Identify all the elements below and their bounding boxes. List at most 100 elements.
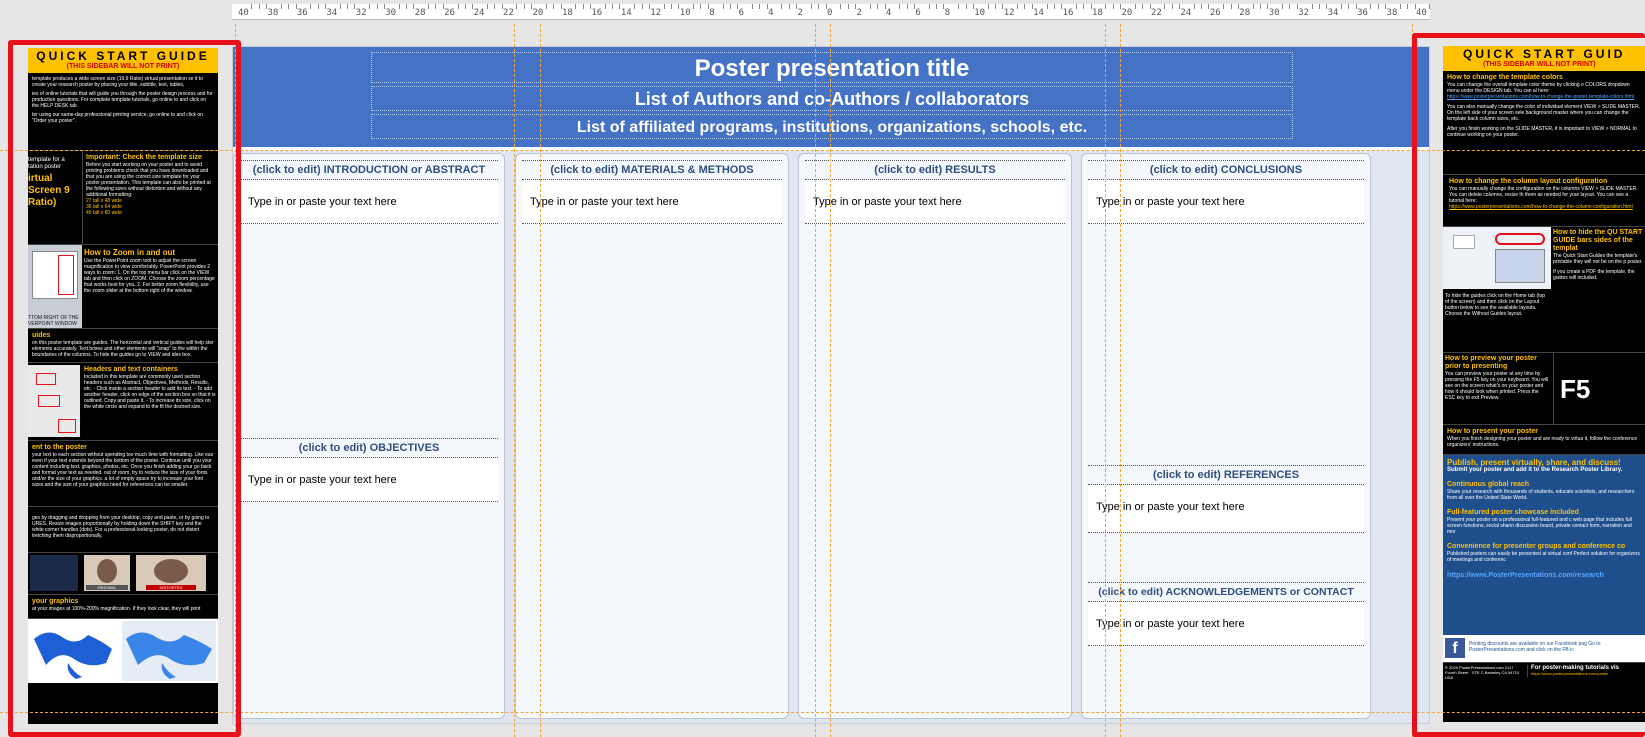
ruler-tick-label: 22 (1150, 8, 1162, 18)
headers-screenshot-image (28, 365, 80, 437)
section-text-objectives[interactable]: Type in or paste your text here (240, 458, 498, 502)
right-sidebar-colors: How to change the template colors You ca… (1443, 71, 1645, 175)
ruler-tick-label: 38 (1386, 8, 1398, 18)
ruler-tick-mark (1377, 4, 1379, 9)
horizontal-guide[interactable] (0, 712, 1645, 713)
ruler-tick-mark (1399, 4, 1401, 9)
poster-title[interactable]: Poster presentation title (371, 52, 1293, 83)
horizontal-ruler[interactable]: 40 38 36 34 32 30 28 26 24 22 20 18 16 14 12 10 8 6 4 2 0 2 4 6… (232, 4, 1430, 20)
vertical-guide[interactable] (1120, 24, 1121, 737)
section-text-conclusions[interactable]: Type in or paste your text here (1088, 180, 1364, 224)
ruler-tick-mark (1348, 4, 1350, 9)
section-header-objectives[interactable]: (click to edit) OBJECTIVES (240, 438, 498, 458)
ruler-tick-mark (464, 4, 466, 9)
vertical-guide[interactable] (540, 24, 541, 737)
ruler-tick-label: 20 (1121, 8, 1133, 18)
vertical-guide[interactable] (815, 24, 816, 737)
poster-authors[interactable]: List of Authors and co-Authors / collabo… (371, 86, 1293, 111)
poster-slide[interactable]: Poster presentation title List of Author… (232, 46, 1430, 724)
ruler-tick-label: 34 (1327, 8, 1339, 18)
vertical-guide[interactable] (1412, 24, 1413, 737)
right-sidebar-facebook: f Printing discounts are available on ou… (1443, 635, 1645, 663)
horizontal-guide[interactable] (0, 150, 1645, 151)
ruler-tick-mark (376, 4, 378, 9)
ruler-tick-mark (347, 4, 349, 9)
section-text-introduction[interactable]: Type in or paste your text here (240, 180, 498, 224)
left-sidebar-subtitle: (THIS SIDEBAR WILL NOT PRINT) (66, 63, 180, 70)
ruler-tick-mark (1017, 4, 1019, 9)
ruler-tick-mark (752, 4, 753, 9)
ruler-tick-mark (1223, 4, 1225, 9)
ruler-tick-mark (700, 4, 702, 9)
section-header-conclusions[interactable]: (click to edit) CONCLUSIONS (1088, 160, 1364, 180)
section-header-introduction[interactable]: (click to edit) INTRODUCTION or ABSTRACT (240, 160, 498, 180)
ruler-tick-label: 8 (709, 8, 715, 18)
ruler-tick-mark (604, 4, 606, 9)
left-sidebar-map-images (28, 619, 218, 683)
ruler-tick-mark (634, 4, 636, 9)
ruler-tick-mark (405, 4, 407, 9)
section-text-results[interactable]: Type in or paste your text here (805, 180, 1065, 224)
ruler-tick-label: 24 (1180, 8, 1192, 18)
right-quick-start-sidebar[interactable]: QUICK START GUID (THIS SIDEBAR WILL NOT … (1443, 46, 1645, 722)
ruler-tick-label: 16 (1062, 8, 1074, 18)
section-text-references[interactable]: Type in or paste your text here (1088, 485, 1364, 533)
ruler-tick-label: 10 (679, 8, 691, 18)
ruler-tick-mark (1053, 4, 1055, 9)
ruler-tick-label: 32 (1298, 8, 1310, 18)
right-sidebar-columns: How to change the column layout configur… (1443, 175, 1645, 227)
ruler-tick-mark (582, 4, 584, 9)
ruler-tick-mark (936, 4, 938, 9)
ruler-tick-label: 18 (561, 8, 573, 18)
poster-affiliations[interactable]: List of affiliated programs, institution… (371, 114, 1293, 139)
research-library-link[interactable]: https://www.PosterPresentations.com/rese… (1447, 572, 1641, 579)
vertical-guide[interactable] (830, 24, 831, 737)
ruler-tick-mark (523, 4, 525, 9)
ruler-tick-mark (847, 4, 849, 9)
section-header-references[interactable]: (click to edit) REFERENCES (1088, 465, 1364, 485)
ruler-tick-mark (1105, 4, 1107, 9)
facebook-icon[interactable]: f (1445, 638, 1465, 658)
poster-column-4: (click to edit) CONCLUSIONS Type in or p… (1081, 153, 1371, 719)
tutorials-link[interactable]: https://www.posterpresentations.com/post… (1531, 671, 1645, 677)
ruler-tick-label: 2 (797, 8, 803, 18)
ruler-tick-mark (1318, 4, 1320, 9)
ruler-tick-label: 36 (296, 8, 308, 18)
ruler-tick-mark (612, 4, 614, 9)
ruler-tick-mark (435, 4, 437, 9)
ruler-tick-mark (1341, 4, 1342, 9)
ruler-tick-mark (1134, 4, 1136, 9)
vertical-guide[interactable] (514, 24, 515, 737)
left-sidebar-template-size: template for a tation poster irtual Scre… (28, 151, 218, 245)
ruler-tick-mark (1024, 4, 1026, 9)
ruler-tick-label: 30 (1268, 8, 1280, 18)
ruler-tick-mark (1429, 4, 1430, 9)
vertical-guide[interactable] (1105, 24, 1106, 737)
ruler-tick-mark (486, 4, 488, 9)
section-header-results[interactable]: (click to edit) RESULTS (805, 160, 1065, 180)
left-sidebar-graphics: your graphics at your images at 100%-200… (28, 595, 218, 619)
ruler-tick-label: 38 (267, 8, 279, 18)
section-text-methods[interactable]: Type in or paste your text here (522, 180, 782, 224)
ruler-tick-label: 18 (1092, 8, 1103, 18)
left-sidebar-zoom: TTOM RIGHT OF THE VERPOINT WINDOW How to… (28, 245, 218, 329)
ruler-tick-mark (840, 4, 842, 9)
left-sidebar-photo-examples: ORIGINAL DISTORTED (28, 553, 218, 595)
ruler-tick-label: 2 (856, 8, 862, 18)
left-sidebar-images: ges by dragging and dropping from your d… (28, 507, 218, 553)
ruler-tick-mark (759, 4, 761, 9)
ruler-tick-mark (457, 4, 459, 9)
vertical-guide[interactable] (235, 24, 236, 737)
ruler-tick-mark (288, 4, 290, 9)
section-text-acknowledgements[interactable]: Type in or paste your text here (1088, 602, 1364, 646)
ruler-tick-mark (671, 4, 673, 9)
columns-tutorial-link[interactable]: https://www.posterpresentations.com/how-… (1449, 204, 1641, 210)
ruler-tick-label: 12 (1003, 8, 1015, 18)
section-header-acknowledgements[interactable]: (click to edit) ACKNOWLEDGEMENTS or CONT… (1088, 582, 1364, 602)
ruler-tick-mark (1201, 4, 1203, 9)
ruler-tick-mark (1230, 4, 1232, 9)
ruler-tick-label: 30 (385, 8, 397, 18)
section-header-methods[interactable]: (click to edit) MATERIALS & METHODS (522, 160, 782, 180)
colors-tutorial-link[interactable]: https://www.posterpresentations.com/how-… (1447, 94, 1641, 100)
ruler-tick-mark (729, 4, 731, 9)
